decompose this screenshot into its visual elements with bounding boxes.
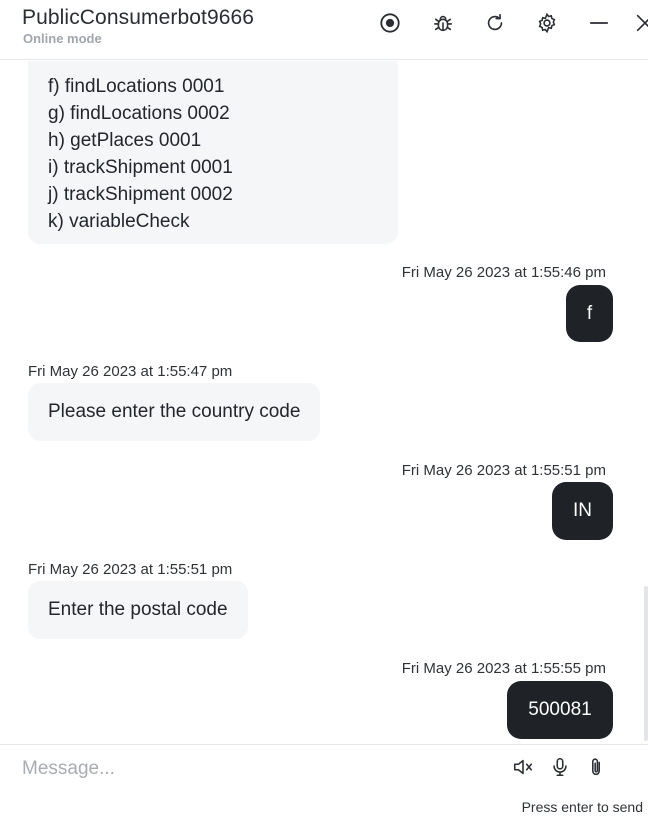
message-composer: Press enter to send [0,744,648,816]
refresh-icon[interactable] [482,10,508,36]
bot-message: Enter the postal code [28,581,248,639]
settings-icon[interactable] [534,10,560,36]
bug-icon[interactable] [430,10,456,36]
option-item[interactable]: g) findLocations 0002 [48,100,378,127]
message-timestamp: Fri May 26 2023 at 1:55:51 pm [28,561,233,578]
user-message: IN [552,482,613,540]
option-item[interactable]: j) trackShipment 0002 [48,181,378,208]
microphone-icon[interactable] [548,755,572,779]
message-timestamp: Fri May 26 2023 at 1:55:55 pm [401,660,606,677]
message-timestamp: Fri May 26 2023 at 1:55:46 pm [401,264,606,281]
message-input[interactable] [22,755,482,783]
chat-header: PublicConsumerbot9666 Online mode [0,0,648,60]
bot-message: Please enter the country code [28,383,321,441]
chat-messages[interactable]: f) findLocations 0001 g) findLocations 0… [0,61,648,743]
message-timestamp: Fri May 26 2023 at 1:55:51 pm [401,462,606,479]
message-timestamp: Fri May 26 2023 at 1:55:47 pm [28,363,233,380]
minimize-icon[interactable] [586,10,612,36]
record-icon[interactable] [377,10,403,36]
bot-status: Online mode [23,31,102,46]
bot-message-options: f) findLocations 0001 g) findLocations 0… [28,61,398,244]
scrollbar[interactable] [644,586,648,741]
close-icon[interactable] [632,10,648,36]
user-message: f [566,285,613,342]
send-hint: Press enter to send [521,799,643,815]
user-message: 500081 [507,681,613,739]
option-item[interactable]: h) getPlaces 0001 [48,127,378,154]
option-item[interactable]: i) trackShipment 0001 [48,154,378,181]
option-item[interactable]: f) findLocations 0001 [48,73,378,100]
attachment-icon[interactable] [584,755,608,779]
mute-icon[interactable] [511,755,535,779]
bot-name: PublicConsumerbot9666 [22,6,255,29]
option-item[interactable]: k) variableCheck [48,208,378,235]
